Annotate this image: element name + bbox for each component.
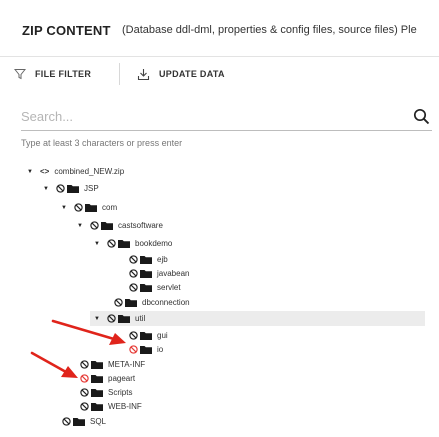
folder-icon <box>91 389 103 397</box>
tree-node-servlet[interactable]: servlet <box>129 280 181 295</box>
blocked-icon[interactable] <box>80 374 89 383</box>
tree-node-util[interactable]: ▼ util <box>90 311 425 326</box>
tree-node-label: pageart <box>108 374 136 383</box>
folder-icon <box>118 315 130 323</box>
blocked-icon[interactable] <box>107 314 116 323</box>
tree-node-label: WEB-INF <box>108 402 142 411</box>
tree-node-dbconnection[interactable]: dbconnection <box>114 295 190 310</box>
folder-icon <box>91 403 103 411</box>
tree-node-gui[interactable]: gui <box>129 328 168 343</box>
tree-node-scripts[interactable]: Scripts <box>80 385 132 400</box>
folder-icon <box>85 204 97 212</box>
folder-icon <box>118 240 130 248</box>
tree-node-label: META-INF <box>108 360 146 369</box>
tree-node-io[interactable]: io <box>129 342 163 357</box>
blocked-icon[interactable] <box>129 331 138 340</box>
annotation-arrow-pageart <box>30 351 78 378</box>
code-icon: <> <box>40 167 50 176</box>
blocked-icon[interactable] <box>129 345 138 354</box>
blocked-icon[interactable] <box>80 388 89 397</box>
folder-icon <box>125 299 137 307</box>
tree-node-label: com <box>102 203 118 212</box>
folder-icon <box>140 332 152 340</box>
blocked-icon[interactable] <box>114 298 123 307</box>
folder-icon <box>140 284 152 292</box>
collapse-caret-icon[interactable]: ▼ <box>76 223 84 229</box>
collapse-caret-icon[interactable]: ▼ <box>26 169 34 175</box>
blocked-icon[interactable] <box>62 417 71 426</box>
panel-header: ZIP CONTENT (Database ddl-dml, propertie… <box>0 0 439 57</box>
tree-node-castsoftware[interactable]: ▼ castsoftware <box>76 218 163 233</box>
folder-icon <box>140 346 152 354</box>
tree-node-label: servlet <box>157 283 181 292</box>
collapse-caret-icon[interactable]: ▼ <box>93 241 101 247</box>
folder-icon <box>140 270 152 278</box>
collapse-caret-icon[interactable]: ▼ <box>42 186 50 192</box>
toolbar-divider <box>119 63 120 85</box>
tree-node-label: javabean <box>157 269 190 278</box>
panel-title: ZIP CONTENT <box>22 23 111 38</box>
folder-icon <box>67 185 79 193</box>
folder-icon <box>73 418 85 426</box>
tree-node-label: gui <box>157 331 168 340</box>
tree-node-label: combined_NEW.zip <box>54 167 125 176</box>
search-input[interactable] <box>21 107 401 125</box>
folder-icon <box>91 361 103 369</box>
tree-node-com[interactable]: ▼ com <box>60 200 117 215</box>
folder-icon <box>101 222 113 230</box>
blocked-icon[interactable] <box>80 360 89 369</box>
file-filter-button[interactable]: FILE FILTER <box>14 65 91 83</box>
tree-node-label: JSP <box>84 184 99 193</box>
tree-node-label: io <box>157 345 164 354</box>
tree-node-label: ejb <box>157 255 168 264</box>
tree-node-ejb[interactable]: ejb <box>129 252 168 267</box>
tree-node-pageart[interactable]: pageart <box>80 371 135 386</box>
panel-subtitle: (Database ddl-dml, properties & config f… <box>122 24 417 36</box>
tree-node-sql[interactable]: SQL <box>62 414 106 429</box>
tree-node-web-inf[interactable]: WEB-INF <box>80 399 142 414</box>
tree-node-meta-inf[interactable]: META-INF <box>80 357 145 372</box>
blocked-icon[interactable] <box>129 255 138 264</box>
update-data-label: UPDATE DATA <box>159 69 225 79</box>
download-icon <box>137 68 150 80</box>
toolbar: FILE FILTER UPDATE DATA <box>0 57 439 89</box>
tree-node-label: bookdemo <box>135 239 173 248</box>
tree-node-label: SQL <box>90 417 107 426</box>
blocked-icon[interactable] <box>56 184 65 193</box>
blocked-icon[interactable] <box>74 203 83 212</box>
blocked-icon[interactable] <box>90 221 99 230</box>
update-data-button[interactable]: UPDATE DATA <box>137 65 225 83</box>
tree-node-label: Scripts <box>108 388 133 397</box>
search-icon[interactable] <box>413 108 430 125</box>
blocked-icon[interactable] <box>129 283 138 292</box>
tree-node-javabean[interactable]: javabean <box>129 266 189 281</box>
collapse-caret-icon[interactable]: ▼ <box>93 316 101 322</box>
filter-icon <box>14 69 26 80</box>
tree-node-root[interactable]: ▼ <> combined_NEW.zip <box>26 164 124 179</box>
file-filter-label: FILE FILTER <box>35 69 92 79</box>
collapse-caret-icon[interactable]: ▼ <box>60 205 68 211</box>
blocked-icon[interactable] <box>129 269 138 278</box>
blocked-icon[interactable] <box>107 239 116 248</box>
tree-node-jsp[interactable]: ▼ JSP <box>42 181 99 196</box>
tree-node-bookdemo[interactable]: ▼ bookdemo <box>93 236 172 251</box>
search-bar <box>21 103 432 131</box>
tree-node-label: castsoftware <box>118 221 163 230</box>
tree-node-label: util <box>135 314 146 323</box>
folder-icon <box>91 375 103 383</box>
search-hint: Type at least 3 characters or press ente… <box>21 138 183 148</box>
tree-node-label: dbconnection <box>142 298 190 307</box>
folder-icon <box>140 256 152 264</box>
blocked-icon[interactable] <box>80 402 89 411</box>
